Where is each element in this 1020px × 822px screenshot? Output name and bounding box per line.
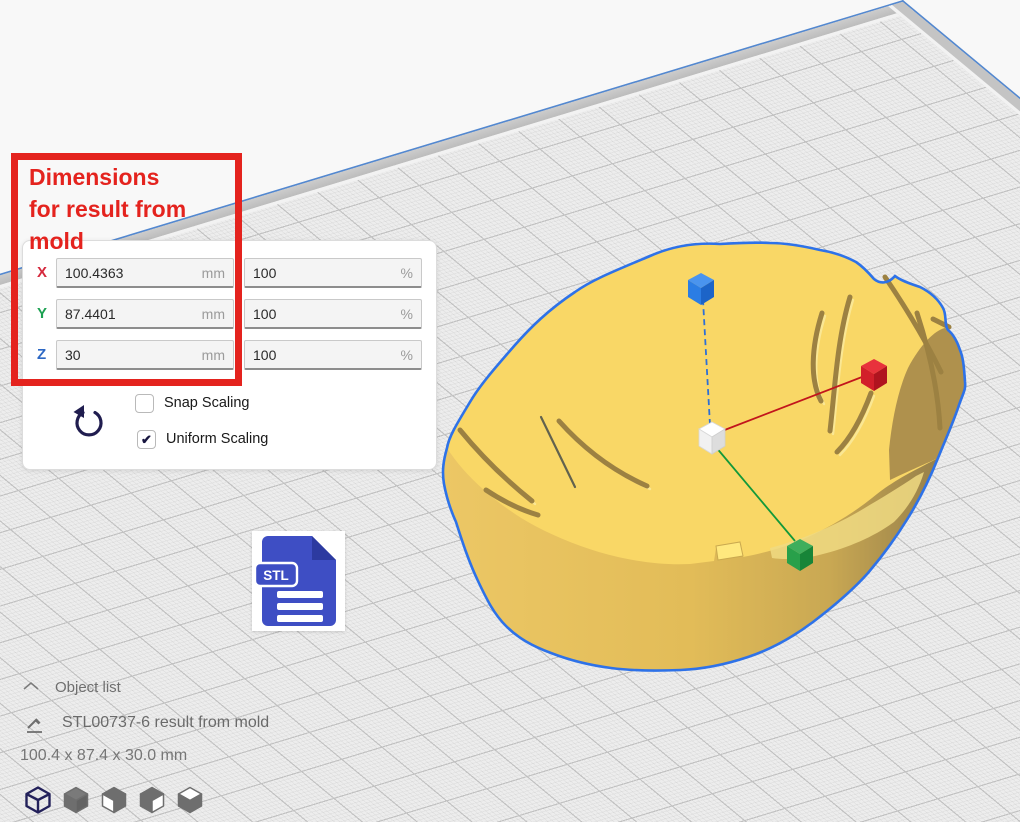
scale-y-percent-input[interactable]: 100 % — [244, 299, 422, 329]
axis-label-z: Z — [37, 346, 46, 363]
uniform-scaling-label: Uniform Scaling — [166, 431, 268, 447]
scale-x-mm-value: 100.4363 — [65, 265, 123, 281]
reset-scale-button[interactable] — [71, 401, 107, 441]
scale-y-percent-unit: % — [401, 306, 413, 322]
stl-file-icon: STL — [252, 531, 345, 631]
stl-badge-label: STL — [263, 568, 289, 583]
scale-x-mm-unit: mm — [202, 265, 225, 281]
scale-z-percent-input[interactable]: 100 % — [244, 340, 422, 370]
annotation-line-1: Dimensions — [29, 161, 186, 193]
view-3d-button[interactable] — [25, 786, 51, 814]
scale-x-percent-value: 100 — [253, 265, 276, 281]
snap-scaling-checkbox[interactable] — [135, 394, 154, 413]
model-3d-object[interactable] — [430, 228, 990, 698]
scale-z-mm-unit: mm — [202, 347, 225, 363]
scale-z-percent-value: 100 — [253, 347, 276, 363]
object-dimensions-readout: 100.4 x 87.4 x 30.0 mm — [20, 747, 187, 765]
camera-view-toolbar — [25, 786, 203, 814]
scale-y-mm-unit: mm — [202, 306, 225, 322]
view-right-button[interactable] — [139, 786, 165, 814]
scale-y-mm-value: 87.4401 — [65, 306, 116, 322]
scale-y-percent-value: 100 — [253, 306, 276, 322]
scale-x-percent-input[interactable]: 100 % — [244, 258, 422, 288]
object-list-header[interactable]: Object list — [55, 679, 121, 696]
scale-x-mm-input[interactable]: 100.4363 mm — [56, 258, 234, 288]
scale-z-mm-value: 30 — [65, 347, 81, 363]
axis-label-x: X — [37, 264, 47, 281]
view-front-button[interactable] — [63, 786, 89, 814]
scale-x-percent-unit: % — [401, 265, 413, 281]
scale-tool-panel: X 100.4363 mm 100 % Y 87.4401 mm 100 % Z — [22, 240, 437, 470]
axis-label-y: Y — [37, 305, 47, 322]
object-list-item-name[interactable]: STL00737-6 result from mold — [62, 714, 269, 732]
annotation-line-2: for result from — [29, 193, 186, 225]
stl-document-fold — [312, 536, 336, 560]
scale-z-percent-unit: % — [401, 347, 413, 363]
scale-z-mm-input[interactable]: 30 mm — [56, 340, 234, 370]
scale-y-mm-input[interactable]: 87.4401 mm — [56, 299, 234, 329]
uniform-scaling-check-glyph: ✔ — [141, 433, 152, 446]
edit-pencil-icon — [24, 714, 46, 736]
object-list-collapse-chevron-icon[interactable] — [22, 681, 40, 691]
view-top-button[interactable] — [177, 786, 203, 814]
view-left-button[interactable] — [101, 786, 127, 814]
snap-scaling-label: Snap Scaling — [164, 395, 249, 411]
uniform-scaling-checkbox[interactable]: ✔ — [137, 430, 156, 449]
cura-3d-viewport[interactable]: STL X 100.4363 mm 100 % Y 87.4401 mm — [0, 0, 1020, 822]
